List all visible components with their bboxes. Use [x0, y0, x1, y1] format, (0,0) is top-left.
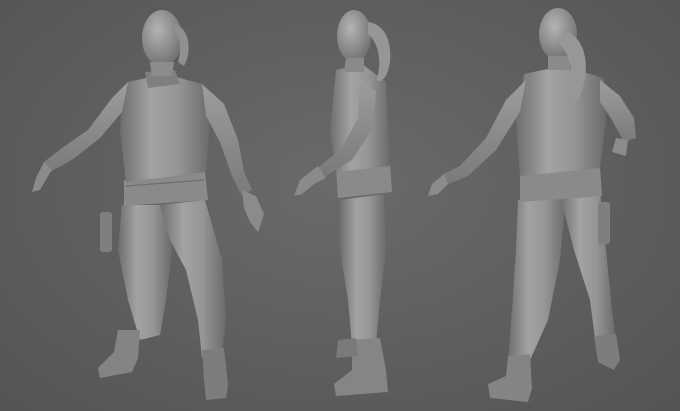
figure-side-view [294, 10, 392, 396]
figure-back-view [428, 8, 636, 402]
sculpt-viewport [0, 0, 680, 411]
figure-front-view [32, 10, 264, 400]
model-render [32, 8, 636, 402]
